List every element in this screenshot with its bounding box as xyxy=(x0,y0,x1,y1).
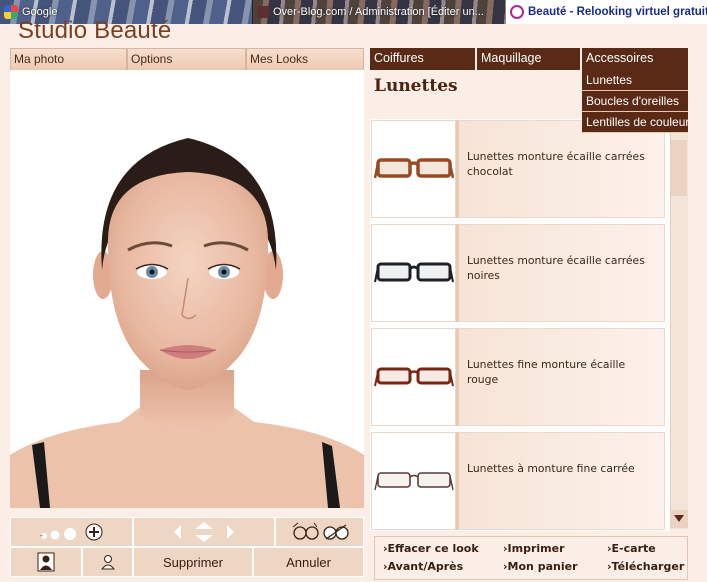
category-title: Lunettes xyxy=(374,76,458,96)
zoom-size-icon[interactable]: - xyxy=(32,521,112,543)
tab-label: Beauté - Relooking virtuel gratuit xyxy=(528,6,707,18)
link-label: Télécharger xyxy=(611,560,685,573)
tab-options[interactable]: Options xyxy=(127,48,246,70)
move-arrows-icon[interactable] xyxy=(164,519,244,545)
zoom-controls: - xyxy=(10,517,133,547)
link-ecarte[interactable]: ›E-carte xyxy=(607,542,656,555)
product-item[interactable]: Lunettes à monture fine carrée xyxy=(371,432,665,530)
overblog-favicon-icon xyxy=(257,6,269,18)
model-photo xyxy=(10,70,364,508)
beaute-favicon-icon xyxy=(510,5,524,19)
face-illustration xyxy=(10,138,364,508)
product-item[interactable]: Lunettes monture écaille carrées noires xyxy=(371,224,665,322)
product-item[interactable]: Lunettes monture écaille carrées chocola… xyxy=(371,120,665,218)
menu-item-lentilles-couleur[interactable]: Lentilles de couleur xyxy=(582,112,688,133)
browser-tab-beaute[interactable]: Beauté - Relooking virtuel gratuit xyxy=(505,0,707,24)
link-telecharger[interactable]: ›Télécharger xyxy=(607,560,684,573)
tab-ma-photo[interactable]: Ma photo xyxy=(10,48,127,70)
product-list: Lunettes monture écaille carrées chocola… xyxy=(370,119,670,531)
scrollbar-thumb[interactable] xyxy=(671,140,687,196)
left-tab-bar: Ma photo Options Mes Looks xyxy=(10,48,364,70)
tab-accessoires[interactable]: Accessoires xyxy=(582,48,688,70)
link-label: E-carte xyxy=(611,542,656,555)
move-controls xyxy=(133,517,275,547)
google-favicon-icon xyxy=(4,5,18,19)
product-name: Lunettes à monture fine carrée xyxy=(456,432,665,530)
link-label: Effacer ce look xyxy=(387,542,479,555)
photo-actions-row: Supprimer Annuler xyxy=(10,547,364,577)
link-avant-apres[interactable]: ›Avant/Après xyxy=(383,560,463,573)
product-name: Lunettes monture écaille carrées chocola… xyxy=(456,120,665,218)
glasses-icon xyxy=(373,158,454,179)
cancel-button[interactable]: Annuler xyxy=(253,547,364,577)
footer-links: ›Effacer ce look ›Imprimer ›E-carte ›Ava… xyxy=(374,536,688,580)
link-label: Mon panier xyxy=(507,560,578,573)
glasses-icon xyxy=(373,367,454,387)
link-label: Imprimer xyxy=(507,542,565,555)
product-name: Lunettes monture écaille carrées noires xyxy=(456,224,665,322)
browser-tab-overblog[interactable]: Over-Blog.com / Administration [Éditer u… xyxy=(252,0,505,24)
delete-button[interactable]: Supprimer xyxy=(133,547,253,577)
product-thumbnail xyxy=(371,120,456,218)
product-name: Lunettes fine monture écaille rouge xyxy=(456,328,665,426)
scroll-down-button[interactable] xyxy=(670,510,688,528)
tab-label: Over-Blog.com / Administration [Éditer u… xyxy=(273,6,484,18)
app-title: Studio Beauté xyxy=(18,17,172,44)
tab-maquillage[interactable]: Maquillage xyxy=(477,48,582,70)
link-mon-panier[interactable]: ›Mon panier xyxy=(503,560,578,573)
glasses-toggle-icon[interactable] xyxy=(290,519,350,545)
glasses-icon xyxy=(373,262,454,283)
photo-controls-row: - xyxy=(10,517,364,547)
menu-item-lunettes[interactable]: Lunettes xyxy=(582,70,688,91)
link-effacer-look[interactable]: ›Effacer ce look xyxy=(383,542,479,555)
product-item[interactable]: Lunettes fine monture écaille rouge xyxy=(371,328,665,426)
accessories-menu: Lunettes Boucles d'oreilles Lentilles de… xyxy=(582,70,688,133)
link-label: Avant/Après xyxy=(387,560,464,573)
glasses-toggle-controls xyxy=(275,517,364,547)
right-tab-bar: Coiffures Maquillage Accessoires xyxy=(370,48,688,70)
link-imprimer[interactable]: ›Imprimer xyxy=(503,542,565,555)
person-full-icon xyxy=(37,552,55,572)
tab-coiffures[interactable]: Coiffures xyxy=(370,48,477,70)
person-small-icon xyxy=(100,555,115,570)
full-body-view-button[interactable] xyxy=(10,547,82,577)
face-view-button[interactable] xyxy=(82,547,133,577)
arrow-down-icon xyxy=(674,515,684,522)
product-thumbnail xyxy=(371,328,456,426)
menu-item-boucles-oreilles[interactable]: Boucles d'oreilles xyxy=(582,91,688,112)
product-thumbnail xyxy=(371,432,456,530)
app-root: Google Over-Blog.com / Administration [É… xyxy=(0,0,707,582)
svg-text:-: - xyxy=(40,531,43,540)
product-thumbnail xyxy=(371,224,456,322)
glasses-icon xyxy=(373,472,454,491)
tab-mes-looks[interactable]: Mes Looks xyxy=(246,48,364,70)
